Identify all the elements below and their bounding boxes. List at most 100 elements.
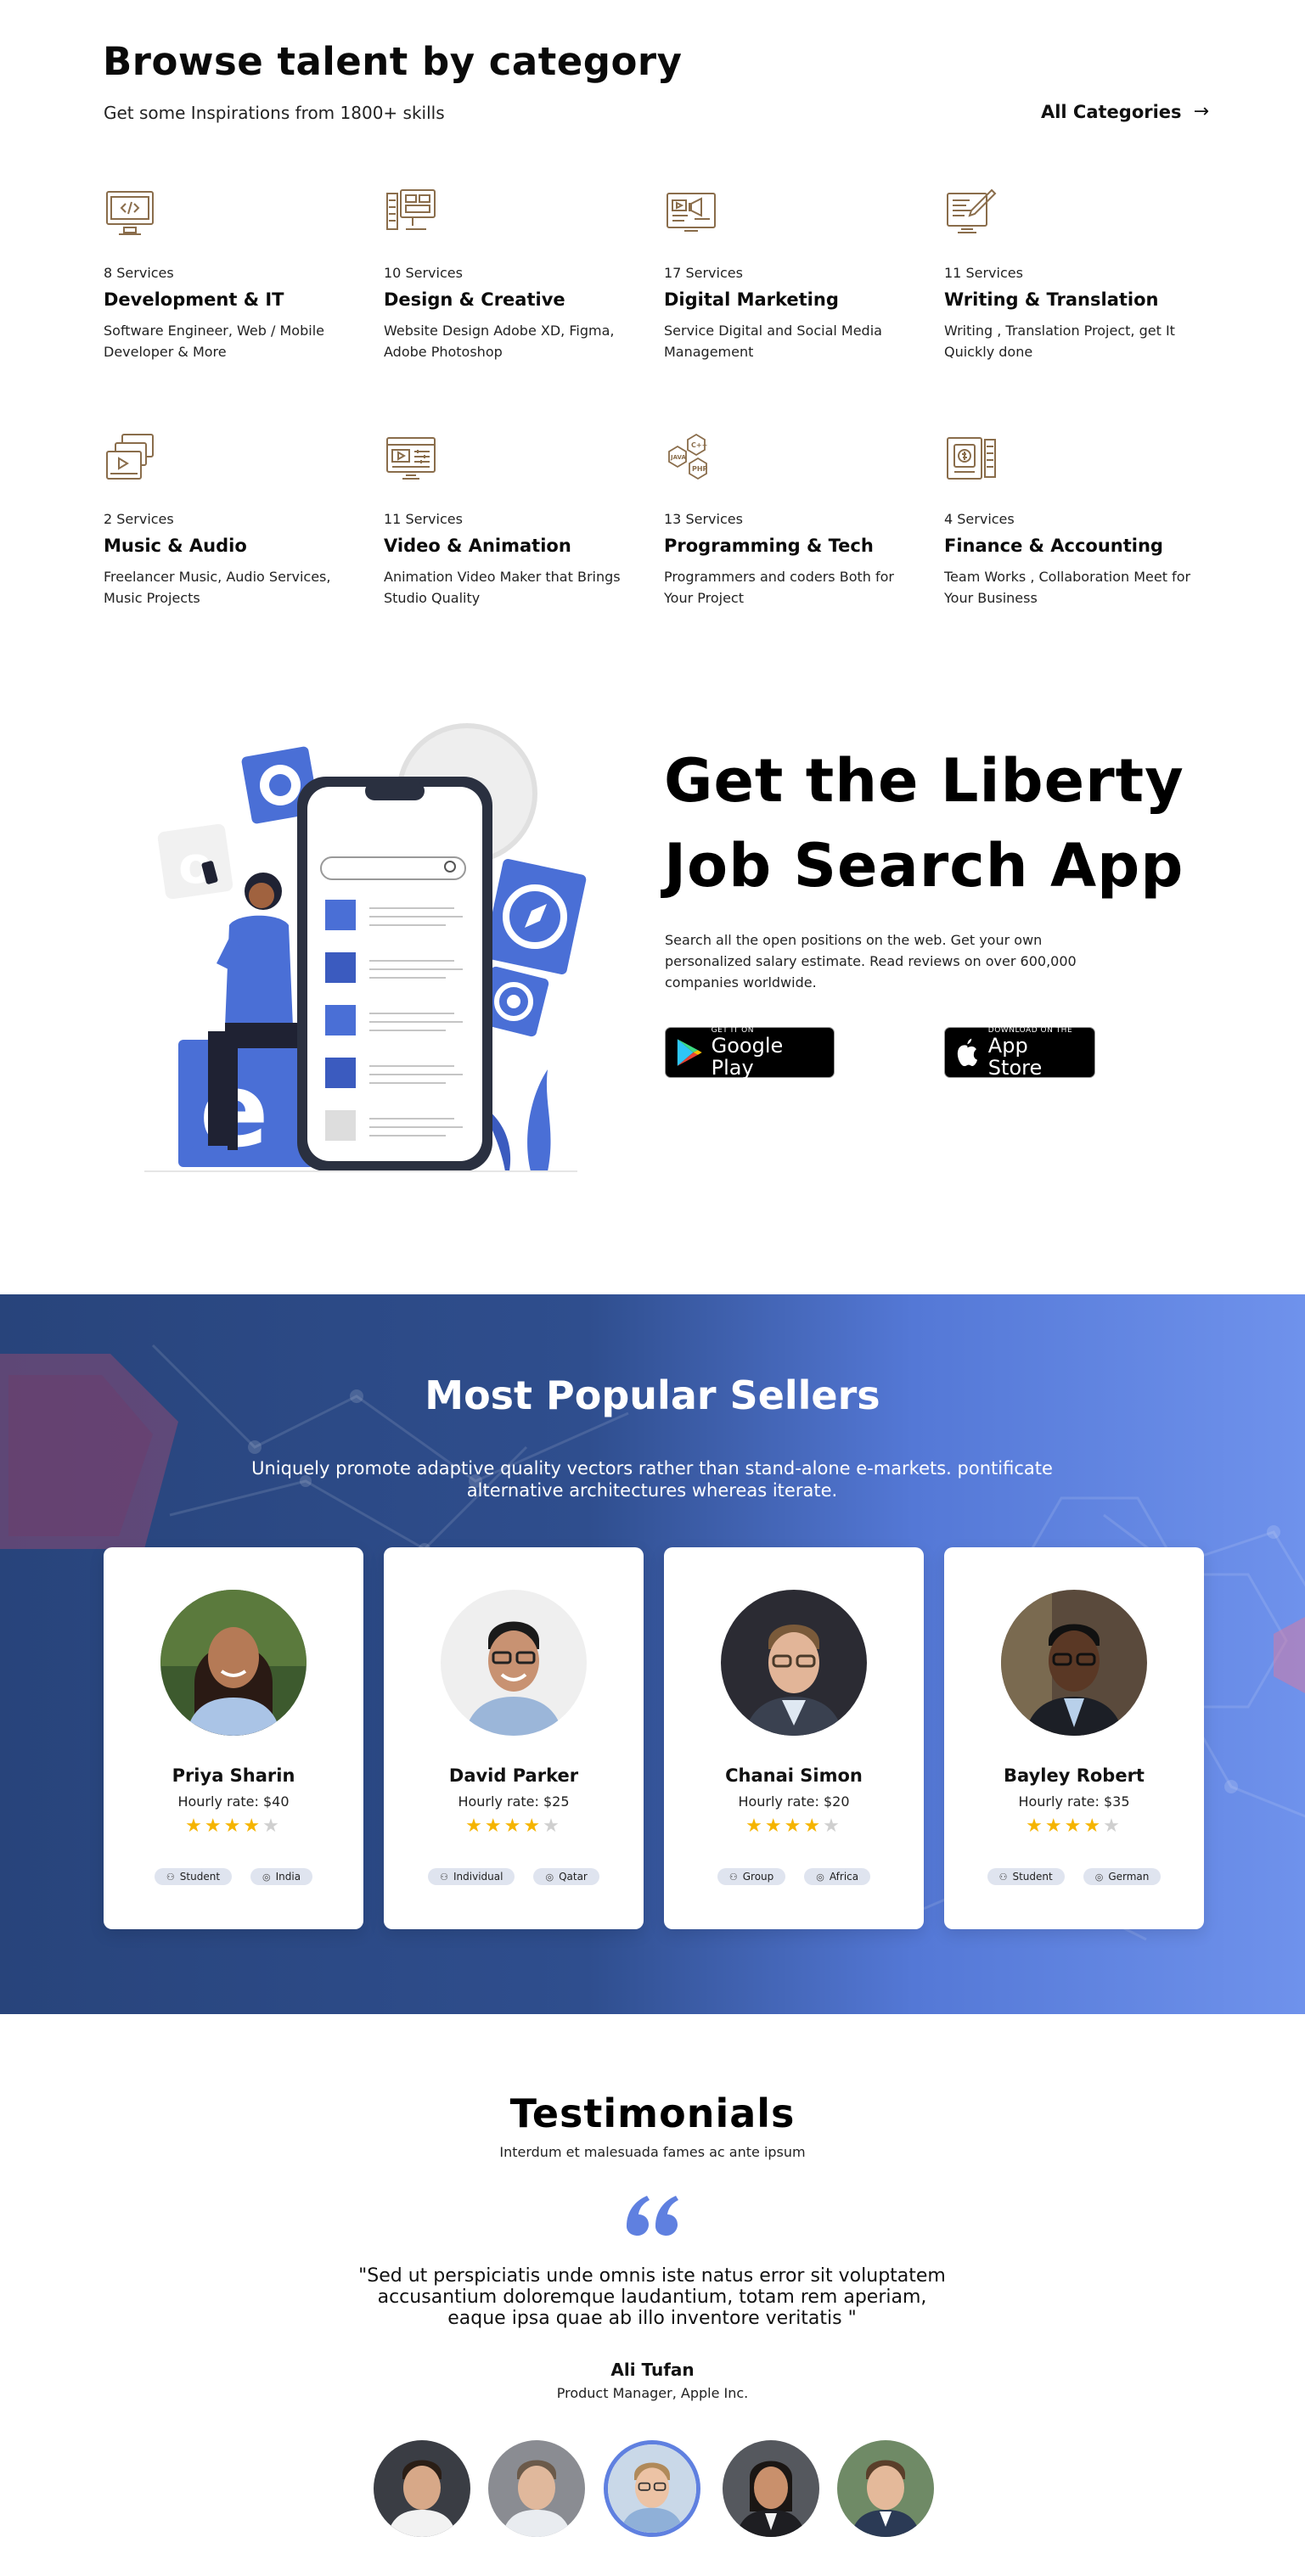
category-name: Writing & Translation <box>944 289 1159 310</box>
category-name: Development & IT <box>104 289 284 310</box>
testimonial-avatar[interactable] <box>374 2440 470 2537</box>
google-play-button[interactable]: GET IT ON Google Play <box>665 1026 835 1079</box>
seller-hourly-rate: Hourly rate: $40 <box>177 1793 290 1810</box>
seller-card-david[interactable]: David Parker Hourly rate: $25 ★★★★★ ⚇ Ind… <box>384 1547 644 1929</box>
category-card-marketing[interactable]: 17 Services Digital Marketing Service Di… <box>664 185 919 362</box>
star-icon: ★ <box>745 1816 765 1837</box>
star-empty-icon: ★ <box>543 1816 562 1837</box>
category-services-count: 11 Services <box>944 265 1023 281</box>
seller-type-tag: ⚇ Student <box>154 1868 233 1885</box>
category-services-count: 8 Services <box>104 265 174 281</box>
all-categories-link[interactable]: All Categories → <box>1041 101 1209 122</box>
browse-subtitle: Get some Inspirations from 1800+ skills <box>104 103 445 123</box>
seller-rating-stars: ★★★★★ <box>944 1816 1204 1837</box>
seller-tags: ⚇ Individual ◎ Qatar <box>384 1868 644 1885</box>
testimonial-avatar[interactable] <box>723 2440 819 2537</box>
star-icon: ★ <box>1083 1816 1104 1837</box>
testimonial-author-role: Product Manager, Apple Inc. <box>556 2385 749 2401</box>
seller-card-chanai[interactable]: Chanai Simon Hourly rate: $20 ★★★★★ ⚇ Gro… <box>664 1547 924 1929</box>
category-services-count: 10 Services <box>384 265 463 281</box>
category-card-development[interactable]: 8 Services Development & IT Software Eng… <box>104 185 358 362</box>
video-editor-icon <box>386 437 436 480</box>
music-player-icon <box>106 434 154 480</box>
category-card-video[interactable]: 11 Services Video & Animation Animation … <box>384 431 638 609</box>
megaphone-screen-icon <box>667 193 716 232</box>
category-services-count: 13 Services <box>664 511 743 527</box>
category-card-finance[interactable]: 4 Services Finance & Accounting Team Wor… <box>944 431 1199 609</box>
category-name: Programming & Tech <box>664 536 874 556</box>
star-icon: ★ <box>803 1816 824 1837</box>
app-title: Get the Liberty Job Search App <box>664 738 1184 908</box>
testimonial-avatar[interactable] <box>837 2440 934 2537</box>
design-tools-icon <box>386 189 436 230</box>
sellers-subtitle: Uniquely promote adaptive quality vector… <box>251 1458 1053 1501</box>
category-description: Animation Video Maker that Brings Studio… <box>384 569 621 606</box>
seller-hourly-rate: Hourly rate: $20 <box>738 1793 850 1810</box>
svg-text:PHP: PHP <box>692 465 708 473</box>
star-empty-icon: ★ <box>1103 1816 1122 1837</box>
star-icon: ★ <box>523 1816 543 1837</box>
seller-country-tag: ◎ German <box>1083 1868 1162 1885</box>
seller-rating-stars: ★★★★★ <box>664 1816 924 1837</box>
star-icon: ★ <box>1026 1816 1045 1837</box>
testimonials-subtitle: Interdum et malesuada fames ac ante ipsu… <box>499 2144 806 2160</box>
category-card-writing[interactable]: 11 Services Writing & Translation Writin… <box>944 185 1199 362</box>
category-services-count: 17 Services <box>664 265 743 281</box>
app-title-line1: Get the Liberty <box>664 746 1184 816</box>
category-services-count: 2 Services <box>104 511 174 527</box>
seller-type-tag: ⚇ Group <box>717 1868 786 1885</box>
seller-avatar <box>441 1590 587 1736</box>
star-icon: ★ <box>1044 1816 1065 1837</box>
testimonial-avatar[interactable] <box>488 2440 585 2537</box>
category-description: Writing , Translation Project, get It Qu… <box>944 323 1175 360</box>
user-icon: ⚇ <box>166 1871 175 1883</box>
seller-name: Priya Sharin <box>172 1765 295 1786</box>
arrow-right-icon: → <box>1193 101 1209 122</box>
testimonial-author: Ali Tufan <box>610 2360 695 2380</box>
testimonial-avatar-active[interactable] <box>604 2440 700 2537</box>
star-icon: ★ <box>764 1816 785 1837</box>
seller-country-label: Qatar <box>559 1871 588 1883</box>
category-card-music[interactable]: 2 Services Music & Audio Freelancer Musi… <box>104 431 358 609</box>
app-store-button[interactable]: DOWNLOAD ON THE App Store <box>944 1026 1095 1080</box>
sellers-title: Most Popular Sellers <box>425 1372 880 1418</box>
star-icon: ★ <box>223 1816 244 1837</box>
quote-icon <box>627 2196 678 2236</box>
seller-type-label: Group <box>742 1871 774 1883</box>
seller-avatar <box>721 1590 867 1736</box>
finance-tablet-icon <box>947 437 996 480</box>
seller-avatar <box>1001 1590 1147 1736</box>
seller-tags: ⚇ Student ◎ German <box>944 1868 1204 1885</box>
globe-icon: ◎ <box>545 1871 554 1883</box>
star-icon: ★ <box>465 1816 485 1837</box>
category-services-count: 11 Services <box>384 511 463 527</box>
category-card-design[interactable]: 10 Services Design & Creative Website De… <box>384 185 638 362</box>
app-description: Search all the open positions on the web… <box>665 932 1077 991</box>
apple-icon <box>957 1038 977 1067</box>
testimonial-quote: "Sed ut perspiciatis unde omnis iste nat… <box>358 2265 946 2329</box>
seller-country-tag: ◎ India <box>250 1868 313 1885</box>
globe-icon: ◎ <box>816 1871 824 1883</box>
globe-icon: ◎ <box>1094 1871 1104 1883</box>
seller-country-tag: ◎ Africa <box>804 1868 871 1885</box>
seller-card-priya[interactable]: Priya Sharin Hourly rate: $40 ★★★★★ ⚇ Stu… <box>104 1547 363 1929</box>
seller-tags: ⚇ Group ◎ Africa <box>664 1868 924 1885</box>
category-card-programming[interactable]: C++ JAVA PHP 13 Services Programming & T… <box>664 431 919 609</box>
app-store-big-text: App Store <box>987 1034 1043 1080</box>
category-description: Programmers and coders Both for Your Pro… <box>664 569 894 606</box>
seller-name: Chanai Simon <box>725 1765 863 1786</box>
seller-country-label: Africa <box>829 1871 859 1883</box>
pen-document-icon <box>947 188 997 233</box>
seller-hourly-rate: Hourly rate: $35 <box>1018 1793 1130 1810</box>
testimonials-section: Testimonials Interdum et malesuada fames… <box>0 2014 1305 2576</box>
star-icon: ★ <box>484 1816 504 1837</box>
browse-title: Browse talent by category <box>103 39 683 84</box>
seller-card-bayley[interactable]: Bayley Robert Hourly rate: $35 ★★★★★ ⚇ St… <box>944 1547 1204 1929</box>
star-icon: ★ <box>503 1816 524 1837</box>
seller-rating-stars: ★★★★★ <box>384 1816 644 1837</box>
seller-country-tag: ◎ Qatar <box>533 1868 599 1885</box>
seller-name: David Parker <box>448 1765 579 1786</box>
category-name: Finance & Accounting <box>944 536 1163 556</box>
star-icon: ★ <box>1064 1816 1084 1837</box>
category-description: Software Engineer, Web / Mobile Develope… <box>104 323 324 360</box>
